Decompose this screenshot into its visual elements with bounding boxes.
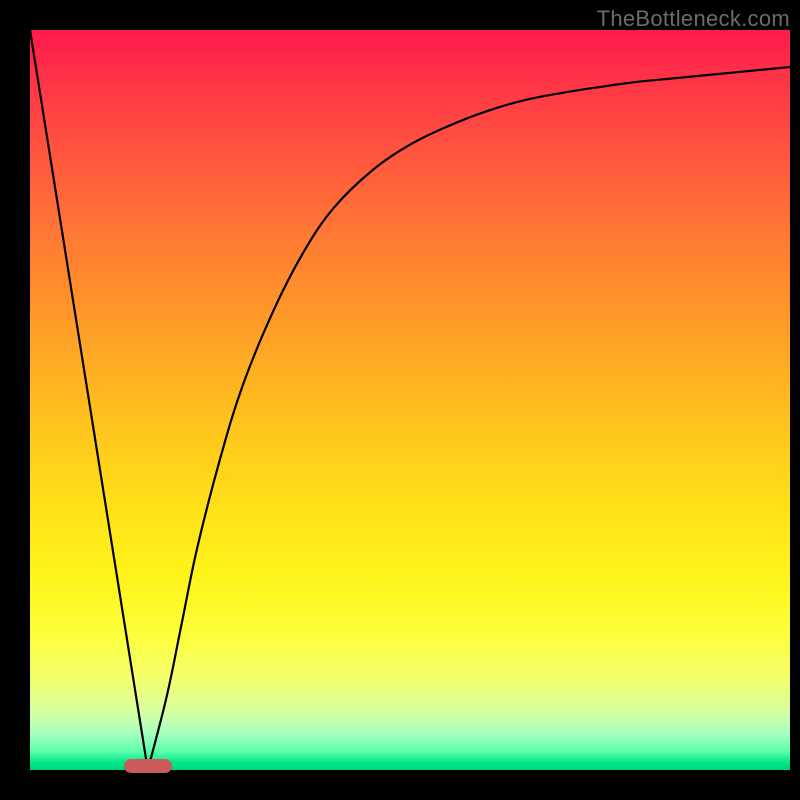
curve-left-leg bbox=[30, 30, 148, 770]
vertex-marker bbox=[124, 759, 172, 773]
curve-layer bbox=[30, 30, 790, 770]
watermark-text: TheBottleneck.com bbox=[597, 6, 790, 32]
curve-right bbox=[148, 67, 790, 770]
plot-area bbox=[30, 30, 790, 770]
chart-frame: TheBottleneck.com bbox=[0, 0, 800, 800]
